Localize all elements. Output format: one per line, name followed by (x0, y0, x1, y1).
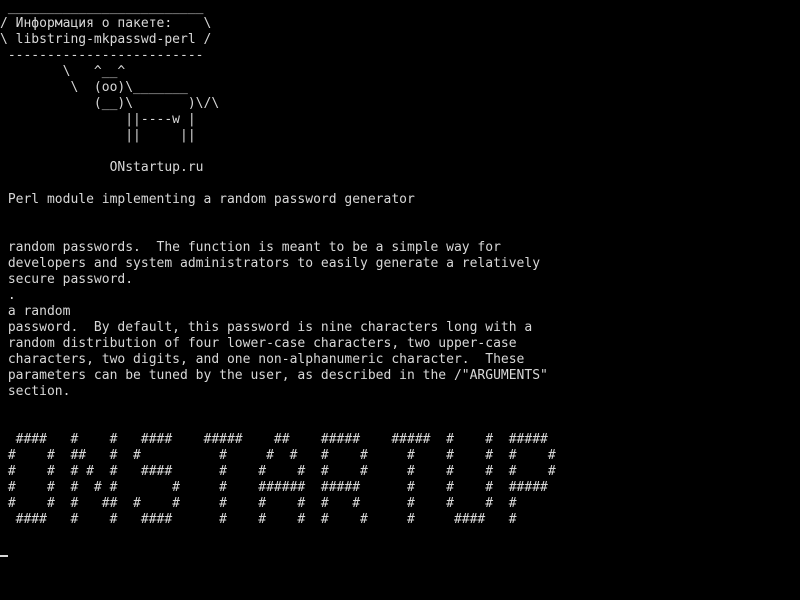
description-line-5: a random (0, 304, 71, 319)
description-line-6: password. By default, this password is n… (0, 320, 533, 335)
terminal-screen[interactable]: _________________________ / Информация о… (0, 0, 800, 600)
cow-art-line-1: \ ^__^ (0, 64, 126, 79)
cow-art-line-2: \ (oo)\_______ (0, 80, 188, 95)
banner-line-3: # # # # # #### # # # # # # # # # # (0, 464, 556, 479)
description-line-9: parameters can be tuned by the user, as … (0, 368, 548, 383)
banner-line-2: # # ## # # # # # # # # # # # # (0, 448, 556, 463)
package-summary: Perl module implementing a random passwo… (0, 192, 415, 207)
cow-bubble-line-2: \ libstring-mkpasswd-perl / (0, 32, 212, 47)
banner-line-1: #### # # #### ##### ## ##### ##### # # #… (0, 432, 548, 447)
description-line-1: random passwords. The function is meant … (0, 240, 501, 255)
text-cursor (0, 555, 8, 557)
description-line-8: characters, two digits, and one non-alph… (0, 352, 525, 367)
cow-art-line-5: || || (0, 128, 196, 143)
description-line-7: random distribution of four lower-case c… (0, 336, 517, 351)
cow-bubble-top: _________________________ (0, 0, 204, 15)
description-line-2: developers and system administrators to … (0, 256, 541, 271)
cow-art-line-3: (__)\ )\/\ (0, 96, 220, 111)
site-credit: ONstartup.ru (0, 160, 204, 175)
description-line-4: . (0, 288, 16, 303)
banner-line-4: # # # # # # # ###### ##### # # # ##### (0, 480, 548, 495)
description-line-10: section. (0, 384, 71, 399)
cow-art-line-4: ||----w | (0, 112, 196, 127)
cow-bubble-bottom: ------------------------- (0, 48, 204, 63)
description-line-3: secure password. (0, 272, 134, 287)
cow-bubble-line-1: / Информация о пакете: \ (0, 16, 212, 31)
banner-line-5: # # # ## # # # # # # # # # # # (0, 496, 517, 511)
banner-line-6: #### # # #### # # # # # # #### # (0, 512, 517, 527)
